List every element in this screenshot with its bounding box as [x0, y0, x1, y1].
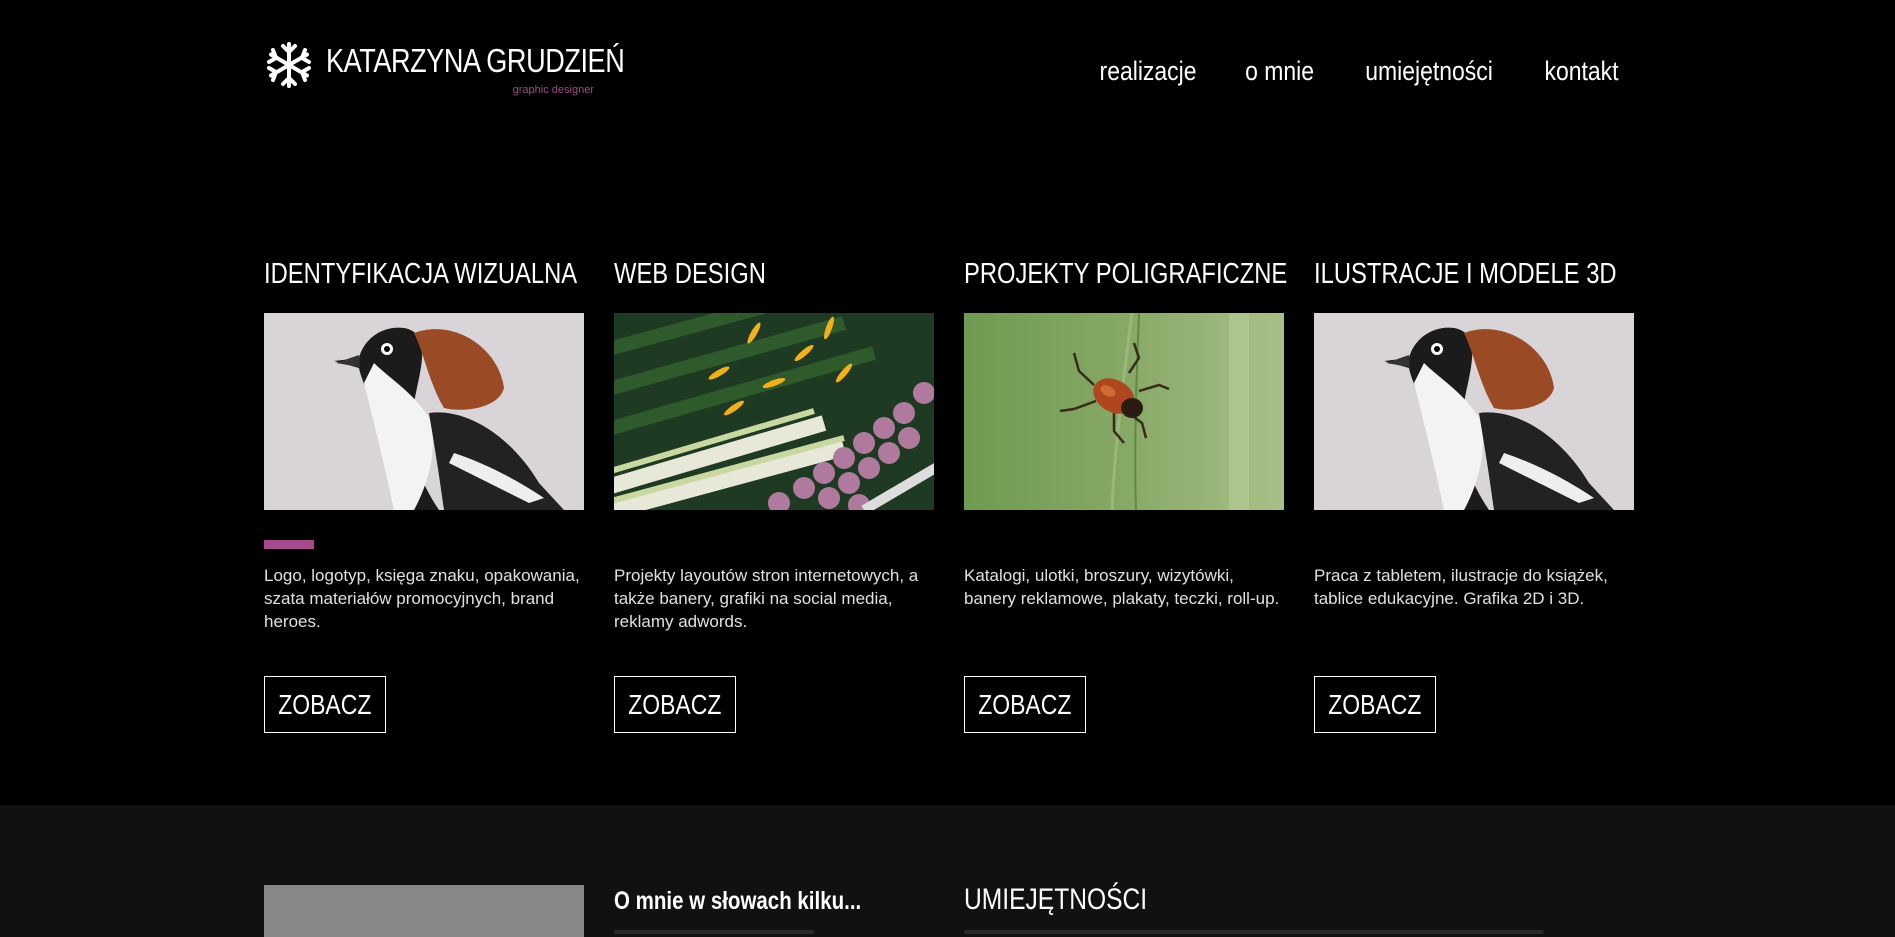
main-nav: realizacje o mnie umiejętności kontakt: [1091, 56, 1625, 87]
site-header: KATARZYNA GRUDZIEŃ graphic designer real…: [0, 0, 1895, 140]
about-photo: [264, 885, 584, 937]
service-card-identyfikacja: IDENTYFIKACJA WIZUALNA Logo, logotyp, ks…: [264, 258, 584, 733]
zobacz-button[interactable]: ZOBACZ: [614, 676, 736, 733]
page: KATARZYNA GRUDZIEŃ graphic designer real…: [0, 0, 1895, 937]
about-text-line: [614, 930, 814, 934]
zobacz-button[interactable]: ZOBACZ: [964, 676, 1086, 733]
service-title: IDENTYFIKACJA WIZUALNA: [264, 258, 578, 290]
nav-kontakt[interactable]: kontakt: [1544, 56, 1618, 87]
nav-umiejetnosci[interactable]: umiejętności: [1365, 56, 1493, 87]
service-title: ILUSTRACJE I MODELE 3D: [1314, 258, 1617, 290]
vegetables-image[interactable]: [614, 313, 934, 510]
skills-text-line: [964, 930, 1544, 934]
bird-illustration-image[interactable]: [264, 313, 584, 510]
service-description: Praca z tabletem, ilustracje do książek,…: [1314, 566, 1608, 608]
zobacz-button[interactable]: ZOBACZ: [1314, 676, 1436, 733]
zobacz-button[interactable]: ZOBACZ: [264, 676, 386, 733]
service-title: WEB DESIGN: [614, 258, 766, 290]
logo-subtitle: graphic designer: [512, 84, 594, 96]
service-title: PROJEKTY POLIGRAFICZNE: [964, 258, 1288, 290]
logo[interactable]: KATARZYNA GRUDZIEŃ graphic designer: [264, 38, 625, 98]
service-card-web-design: WEB DESIGN Projekty layoutów stron inter…: [614, 258, 934, 733]
zobacz-button-label: ZOBACZ: [1328, 688, 1422, 720]
service-card-ilustracje: ILUSTRACJE I MODELE 3D Praca z tabletem,…: [1314, 258, 1634, 733]
about-skills-section: O mnie w słowach kilku... UMIEJĘTNOŚCI: [0, 805, 1895, 937]
nav-o-mnie[interactable]: o mnie: [1245, 56, 1314, 87]
nav-realizacje[interactable]: realizacje: [1099, 56, 1196, 87]
service-description: Katalogi, ulotki, broszury, wizytówki, b…: [964, 566, 1280, 608]
service-card-poligraficzne: PROJEKTY POLIGRAFICZNE Katalogi, ulotki,…: [964, 258, 1288, 733]
service-description: Logo, logotyp, księga znaku, opakowania,…: [264, 566, 580, 631]
zobacz-button-label: ZOBACZ: [278, 688, 372, 720]
service-description: Projekty layoutów stron internetowych, a…: [614, 566, 919, 631]
zobacz-button-label: ZOBACZ: [978, 688, 1072, 720]
about-title: O mnie w słowach kilku...: [614, 887, 862, 915]
snowflake-icon: [267, 42, 311, 88]
logo-name: KATARZYNA GRUDZIEŃ: [326, 42, 625, 79]
skills-title: UMIEJĘTNOŚCI: [964, 883, 1148, 916]
zobacz-button-label: ZOBACZ: [628, 688, 722, 720]
beetle-image[interactable]: [964, 313, 1284, 510]
bird-illustration-image[interactable]: [1314, 313, 1634, 510]
accent-bar: [264, 540, 314, 549]
